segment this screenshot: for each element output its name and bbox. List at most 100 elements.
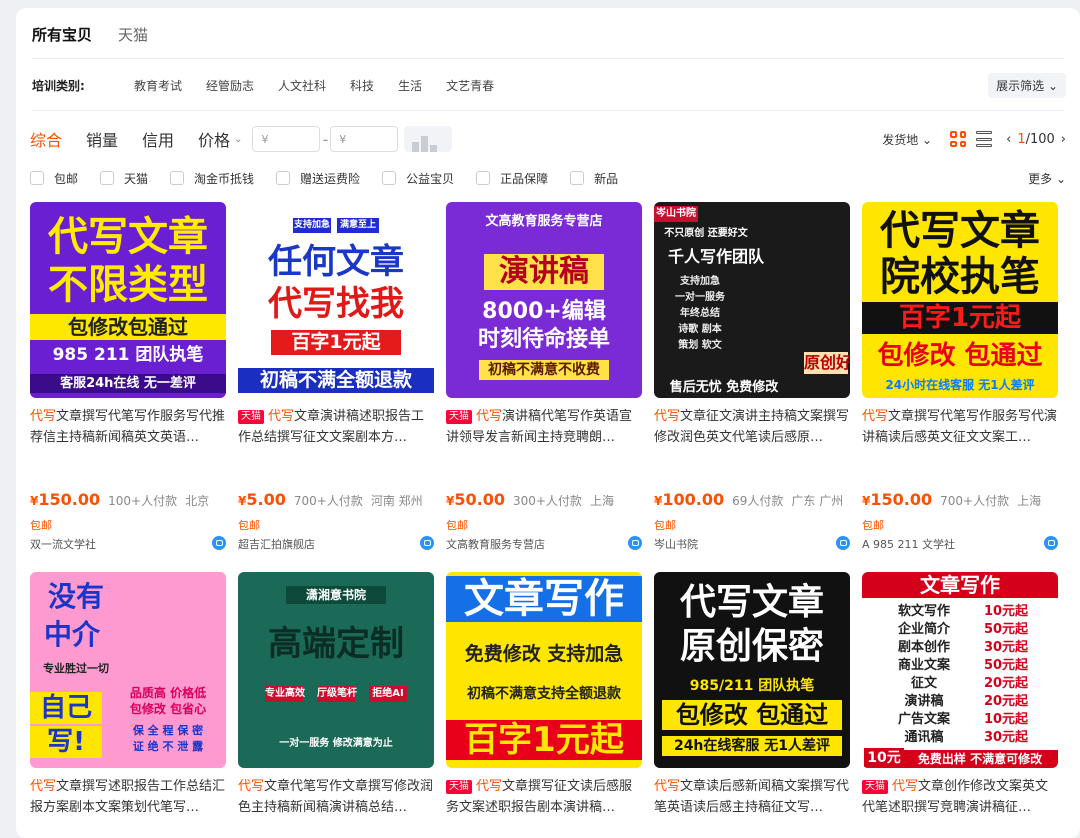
checkbox[interactable] (382, 171, 397, 185)
product-image-text: 岑山书院 (654, 206, 698, 222)
product-card[interactable]: 代写文章 不限类型 包修改包通过 985 211 团队执笔 客服24h在线 无一差评代写… (30, 202, 226, 551)
product-title[interactable]: 天猫 代写演讲稿代笔写作英语宣讲领导发言新闻主持竞聘朗… (446, 406, 642, 450)
product-title-highlight: 代写 (30, 779, 57, 794)
shop-name[interactable]: 文高教育服务专营店 (446, 536, 642, 552)
checkbox[interactable] (476, 171, 491, 185)
product-card[interactable]: 文章写作 免费修改 支持加急 初稿不满意支持全额退款 百字1元起天猫 代写文章撰写征文读… (446, 572, 642, 820)
prev-page-icon[interactable]: ‹ (1006, 132, 1011, 147)
product-image[interactable]: 文章写作 免费修改 支持加急 初稿不满意支持全额退款 百字1元起 (446, 572, 642, 768)
category-item-life[interactable]: 生活 (398, 77, 422, 94)
price-distribution-icon[interactable] (404, 126, 453, 152)
sort-credit[interactable]: 信用 (142, 127, 174, 151)
price-max-input[interactable]: ¥ (330, 126, 399, 152)
product-image-text: 演讲稿 (484, 254, 604, 290)
product-image-text: 广告文案 (897, 712, 951, 727)
price-line: ¥5.00 700+人付款 河南 郑州 (238, 490, 423, 509)
product-image-text: 支持加急 (680, 276, 720, 287)
price: ¥50.00 (446, 490, 505, 509)
product-title-text: 演讲稿代笔写作英语宣讲领导发言新闻主持竞聘朗… (446, 409, 633, 445)
filter-charity[interactable]: 公益宝贝 (382, 170, 454, 187)
sold-count: 69人付款 (732, 494, 784, 508)
ship-from-dropdown[interactable]: 发货地 ⌄ (882, 131, 932, 148)
seller-location: 河南 郑州 (370, 494, 423, 508)
divider (32, 58, 1064, 59)
shop-name[interactable]: A 985 211 文学社 (862, 536, 1058, 552)
checkbox[interactable] (170, 171, 185, 185)
product-card[interactable]: 文章写作 软文写作 10元起 企业简介 50元起 剧本创作 30元起 商业文案 50元起 征文 20… (862, 572, 1058, 820)
product-card[interactable]: 文高教育服务专营店 演讲稿 8000+编辑 时刻待命接单 初稿不满意不收费天猫 代写演讲稿… (446, 202, 642, 551)
price: ¥150.00 (862, 490, 933, 509)
sort-default[interactable]: 综合 (30, 127, 62, 151)
product-title[interactable]: 天猫 代写文章演讲稿述职报告工作总结撰写征文文案剧本方… (238, 406, 434, 450)
checkbox[interactable] (276, 171, 291, 185)
tab-all-items[interactable]: 所有宝贝 (32, 24, 92, 45)
price-min-input[interactable]: ¥ (252, 126, 321, 152)
product-title[interactable]: 代写文章撰写述职报告工作总结汇报方案剧本文案策划代笔写… (30, 776, 226, 820)
product-card[interactable]: 岑山书院 不只原创 还要好文 千人写作团队 支持加急 一对一服务 年终总结 诗歌 剧本 策划 … (654, 202, 850, 551)
product-image[interactable]: 文章写作 软文写作 10元起 企业简介 50元起 剧本创作 30元起 商业文案 50元起 征文 20… (862, 572, 1058, 768)
product-card[interactable]: 代写文章 原创保密 985/211 团队执笔 包修改 包通过 24h在线客服 无1人差评… (654, 572, 850, 820)
product-card[interactable]: 没有 中介 专业胜过一切 自己 写! 品质高 价格低 包修改 包省心保 全 程 保 密证 绝… (30, 572, 226, 820)
shop-name[interactable]: 超吉汇拍旗舰店 (238, 536, 434, 552)
filter-new[interactable]: 新品 (570, 170, 618, 187)
product-image[interactable]: 文高教育服务专营店 演讲稿 8000+编辑 时刻待命接单 初稿不满意不收费 (446, 202, 642, 398)
product-image-text: 征文 (910, 676, 938, 691)
product-image[interactable]: 代写文章 原创保密 985/211 团队执笔 包修改 包通过 24h在线客服 无1人差评 (654, 572, 850, 768)
product-image-text: 包修改 包通过 (877, 341, 1043, 371)
product-image-text: 百字1元起 (862, 302, 1058, 334)
product-image-text: 百字1元起 (446, 720, 642, 760)
product-card[interactable]: 代写文章 院校执笔 百字1元起 包修改 包通过 24小时在线客服 无1人差评 代写文章撰写… (862, 202, 1058, 551)
category-item-education[interactable]: 教育考试 (134, 77, 182, 94)
product-image-text: 一对一服务 (675, 292, 725, 303)
product-image[interactable]: 支持加急 满意至上 任何文章 代写找我 百字1元起 初稿不满全额退款 (238, 202, 434, 398)
more-filters-button[interactable]: 更多 ⌄ (1028, 170, 1066, 187)
grid-view-icon[interactable] (950, 131, 967, 147)
filter-free-shipping[interactable]: 包邮 (30, 170, 78, 187)
show-filter-button[interactable]: 展示筛选 ⌄ (988, 72, 1066, 98)
product-title[interactable]: 代写文章撰写代笔写作服务写代推荐信主持稿新闻稿英文英语… (30, 406, 226, 450)
category-item-tech[interactable]: 科技 (350, 77, 374, 94)
product-title[interactable]: 代写文章读后感新闻稿文案撰写代笔英语读后感主持稿征文写… (654, 776, 850, 820)
chat-icon[interactable] (836, 536, 850, 550)
product-card[interactable]: 潇湘意书院 高端定制 专业高效 厅级笔杆 拒绝AI 一对一服务 修改满意为止代写文章代笔写… (238, 572, 434, 820)
category-item-humanities[interactable]: 人文社科 (278, 77, 326, 94)
checkbox[interactable] (100, 171, 115, 185)
category-item-literature[interactable]: 文艺青春 (446, 77, 494, 94)
product-title-highlight: 代写 (476, 409, 503, 424)
filter-authentic[interactable]: 正品保障 (476, 170, 548, 187)
product-image-text: 策划 软文 (678, 340, 722, 351)
product-image[interactable]: 代写文章 院校执笔 百字1元起 包修改 包通过 24小时在线客服 无1人差评 (862, 202, 1058, 398)
product-title-text: 文章创作修改文案英文代笔述职撰写竞聘演讲稿征… (862, 779, 1049, 815)
product-title[interactable]: 代写文章撰写代笔写作服务写代演讲稿读后感英文征文文案工… (862, 406, 1058, 450)
product-image[interactable]: 潇湘意书院 高端定制 专业高效 厅级笔杆 拒绝AI 一对一服务 修改满意为止 (238, 572, 434, 768)
checkbox[interactable] (570, 171, 585, 185)
checkbox[interactable] (30, 171, 44, 185)
filter-tmall[interactable]: 天猫 (100, 170, 148, 187)
chat-icon[interactable] (1044, 536, 1058, 550)
product-image[interactable]: 没有 中介 专业胜过一切 自己 写! 品质高 价格低 包修改 包省心保 全 程 保 密证 绝… (30, 572, 226, 768)
shop-name[interactable]: 双一流文学社 (30, 536, 226, 552)
product-image[interactable]: 岑山书院 不只原创 还要好文 千人写作团队 支持加急 一对一服务 年终总结 诗歌 剧本 策划 … (654, 202, 850, 398)
tmall-badge: 天猫 (862, 780, 888, 794)
product-title[interactable]: 代写文章征文演讲主持稿文案撰写修改润色英文代笔读后感原… (654, 406, 850, 450)
chat-icon[interactable] (212, 536, 226, 550)
list-view-icon[interactable] (976, 131, 993, 147)
chat-icon[interactable] (628, 536, 642, 550)
filter-return-insurance[interactable]: 赠送运费险 (276, 170, 360, 187)
sort-price[interactable]: 价格 (198, 127, 230, 151)
product-image[interactable]: 代写文章 不限类型 包修改包通过 985 211 团队执笔 客服24h在线 无一差评 (30, 202, 226, 398)
product-title[interactable]: 天猫 代写文章创作修改文案英文代笔述职撰写竞聘演讲稿征… (862, 776, 1058, 820)
product-title-highlight: 代写 (268, 409, 295, 424)
product-image-text: 千人写作团队 (667, 247, 765, 266)
product-title[interactable]: 天猫 代写文章撰写征文读后感服务文案述职报告剧本演讲稿… (446, 776, 642, 820)
filter-coins[interactable]: 淘金币抵钱 (170, 170, 254, 187)
sort-sales[interactable]: 销量 (86, 127, 118, 151)
tab-tmall[interactable]: 天猫 (118, 24, 148, 45)
shop-name[interactable]: 岑山书院 (654, 536, 850, 552)
product-title[interactable]: 代写文章代笔写作文章撰写修改润色主持稿新闻稿演讲稿总结… (238, 776, 434, 820)
next-page-icon[interactable]: › (1061, 132, 1066, 147)
product-card[interactable]: 支持加急 满意至上 任何文章 代写找我 百字1元起 初稿不满全额退款天猫 代写文章演讲稿述职… (238, 202, 434, 551)
category-item-management[interactable]: 经管励志 (206, 77, 254, 94)
product-image-text: 10元起 (983, 604, 1029, 619)
chat-icon[interactable] (420, 536, 434, 550)
